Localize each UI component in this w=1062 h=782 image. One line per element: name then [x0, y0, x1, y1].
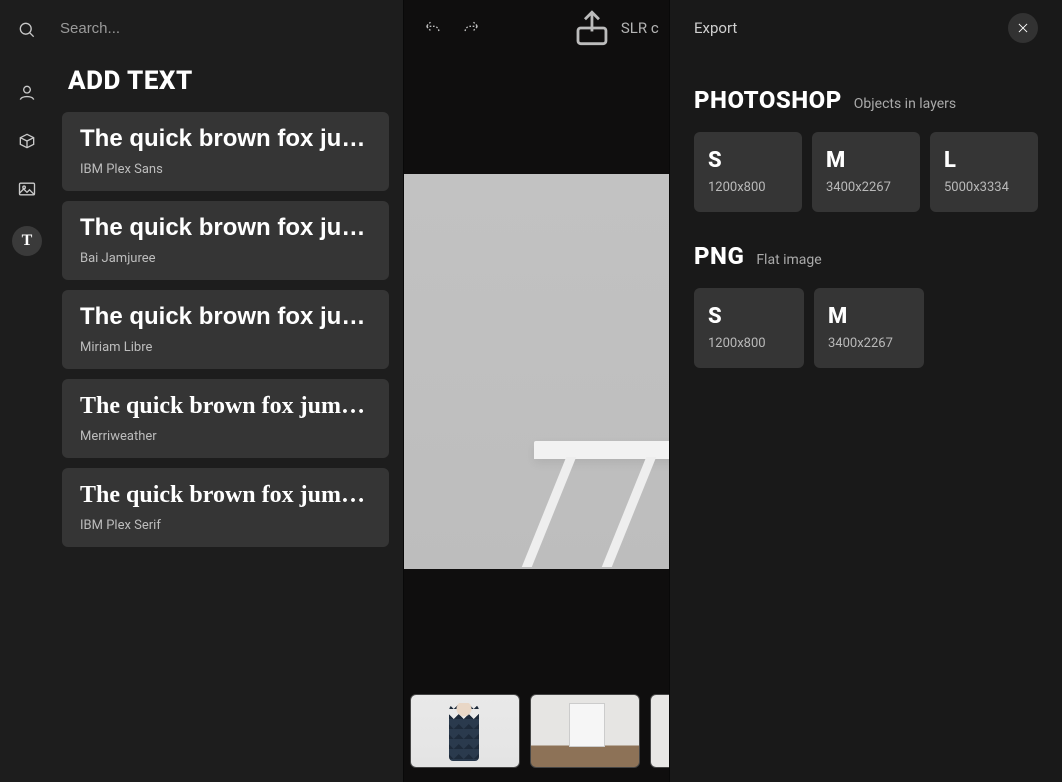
text-tool-button[interactable]: T — [12, 226, 42, 256]
photoshop-heading: PHOTOSHOP — [694, 86, 842, 114]
thumbnail-strip — [410, 694, 669, 774]
font-sample: The quick brown fox jumped over the lazy… — [80, 391, 371, 421]
redo-icon[interactable] — [452, 9, 490, 47]
font-name: Merriweather — [80, 429, 371, 444]
tile-dimensions: 1200x800 — [708, 180, 788, 195]
undo-icon[interactable] — [414, 9, 452, 47]
close-button[interactable] — [1008, 13, 1038, 43]
canvas-viewport[interactable] — [404, 56, 669, 682]
png-subtitle: Flat image — [756, 252, 821, 268]
font-card-bai-jamjuree[interactable]: The quick brown fox jumped over the lazy… — [62, 201, 389, 280]
close-icon — [1016, 21, 1030, 35]
tile-size-label: L — [944, 150, 1024, 172]
font-card-ibm-plex-serif[interactable]: The quick brown fox jumped over the lazy… — [62, 468, 389, 547]
search-icon[interactable] — [16, 19, 38, 41]
object-icon[interactable] — [16, 130, 38, 152]
thumbnail-room[interactable] — [530, 694, 640, 768]
export-tile-png-m[interactable]: M 3400x2267 — [814, 288, 924, 368]
export-panel: Export PHOTOSHOP Objects in layers S 120… — [669, 0, 1062, 782]
export-section-png: PNG Flat image S 1200x800 M 3400x2267 — [694, 242, 1038, 368]
share-button[interactable]: SLR camera — [571, 7, 659, 49]
font-name: Miriam Libre — [80, 340, 371, 355]
font-sample: The quick brown fox jumped over the lazy… — [80, 213, 371, 243]
font-sample: The quick brown fox jumped over the lazy… — [80, 480, 371, 510]
image-icon[interactable] — [16, 178, 38, 200]
export-tile-psd-s[interactable]: S 1200x800 — [694, 132, 802, 212]
font-name: Bai Jamjuree — [80, 251, 371, 266]
photoshop-subtitle: Objects in layers — [854, 96, 956, 112]
font-sample: The quick brown fox jumped over the lazy… — [80, 302, 371, 332]
tile-dimensions: 3400x2267 — [826, 180, 906, 195]
font-sample: The quick brown fox jumped over the lazy… — [80, 124, 371, 154]
font-name: IBM Plex Serif — [80, 518, 371, 533]
share-label: SLR camera — [621, 19, 659, 37]
thumbnail-person[interactable] — [410, 694, 520, 768]
canvas-area: SLR camera — [404, 0, 669, 782]
font-name: IBM Plex Sans — [80, 162, 371, 177]
tile-dimensions: 3400x2267 — [828, 336, 910, 351]
export-tile-psd-m[interactable]: M 3400x2267 — [812, 132, 920, 212]
export-tile-psd-l[interactable]: L 5000x3334 — [930, 132, 1038, 212]
export-section-photoshop: PHOTOSHOP Objects in layers S 1200x800 M… — [694, 86, 1038, 212]
font-card-merriweather[interactable]: The quick brown fox jumped over the lazy… — [62, 379, 389, 458]
export-title: Export — [694, 19, 737, 37]
export-tile-png-s[interactable]: S 1200x800 — [694, 288, 804, 368]
tile-dimensions: 1200x800 — [708, 336, 790, 351]
search-row — [54, 0, 403, 56]
add-text-panel: ADD TEXT The quick brown fox jumped over… — [54, 0, 404, 782]
search-input[interactable] — [54, 0, 403, 56]
person-icon[interactable] — [16, 82, 38, 104]
tile-size-label: M — [828, 306, 910, 328]
tile-dimensions: 5000x3334 — [944, 180, 1024, 195]
font-card-miriam-libre[interactable]: The quick brown fox jumped over the lazy… — [62, 290, 389, 369]
font-card-ibm-plex-sans[interactable]: The quick brown fox jumped over the lazy… — [62, 112, 389, 191]
thumbnail-more[interactable] — [650, 694, 669, 768]
left-rail: T — [0, 0, 54, 782]
canvas-toolbar: SLR camera — [404, 0, 669, 56]
tile-size-label: S — [708, 306, 790, 328]
tile-size-label: M — [826, 150, 906, 172]
tile-size-label: S — [708, 150, 788, 172]
png-heading: PNG — [694, 242, 744, 270]
canvas-scene — [404, 174, 669, 569]
panel-title: ADD TEXT — [62, 66, 389, 96]
